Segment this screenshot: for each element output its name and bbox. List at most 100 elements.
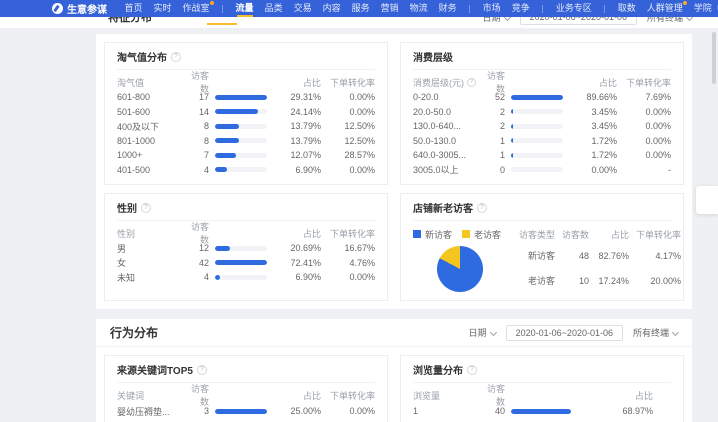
table-header: 浏览量 访客数 占比 (413, 387, 671, 403)
cell-visitors: 8 (183, 121, 209, 131)
table-header: 关键词 访客数 占比 下单转化率 (117, 387, 375, 403)
cell-conv: 0.00% (321, 165, 375, 175)
help-icon[interactable]: ? (467, 78, 476, 87)
cell-conv: 0.00% (321, 272, 375, 282)
table-body: 男1220.69%16.67%女4272.41%4.76%未知46.90%0.0… (117, 241, 375, 285)
table-row: 400及以下813.79%12.50% (117, 119, 375, 134)
cell-conv: 20.00% (629, 276, 681, 286)
cell-pct: 3.45% (573, 121, 617, 131)
cell-pct: 25.00% (277, 406, 321, 416)
nav-item-data-extract[interactable]: 取数 (618, 0, 636, 17)
nav-item-academy[interactable]: 学院 (694, 0, 712, 17)
nav-item-market[interactable]: 市场 (483, 0, 501, 17)
nav-item-audience-mgmt[interactable]: 人群管理 (647, 0, 683, 17)
cell-visitors: 48 (555, 251, 589, 261)
value-bar (215, 138, 267, 143)
table-row: 男1220.69%16.67% (117, 241, 375, 256)
table-row: 1000+712.07%28.57% (117, 148, 375, 163)
table-header: 性别 访客数 占比 下单转化率 (117, 225, 375, 241)
cell-conv: 0.00% (617, 136, 671, 146)
nav-item-business-zone[interactable]: 业务专区 (556, 0, 592, 17)
cell-label: 1000+ (117, 150, 183, 160)
terminal-dropdown[interactable]: 所有终端 (633, 326, 678, 339)
nav-item-competition[interactable]: 竞争 (512, 0, 530, 17)
cell-conv: 28.57% (321, 150, 375, 160)
card-title: 淘气值分布 (117, 49, 167, 64)
value-bar (215, 246, 267, 251)
nav-divider (222, 5, 223, 13)
value-bar (511, 409, 571, 414)
cell-pct: 1.72% (573, 150, 617, 160)
nav-item-marketing[interactable]: 营销 (381, 0, 399, 17)
floating-widget[interactable] (696, 186, 718, 214)
active-tab-underline (207, 23, 237, 25)
card-source-keywords: 来源关键词TOP5 ? 关键词 访客数 占比 下单转化率 婴幼压褥垫...325… (104, 355, 388, 422)
nav-item-trade[interactable]: 交易 (294, 0, 312, 17)
chevron-down-icon (686, 17, 693, 21)
nav-item-war-room[interactable]: 作战室 (183, 0, 210, 17)
cell-pct: 89.66% (573, 92, 617, 102)
cell-conv: 0.00% (617, 121, 671, 131)
date-type-dropdown[interactable]: 日期 (483, 17, 510, 24)
nav-item-logistics[interactable]: 物流 (410, 0, 428, 17)
table-header: 淘气值 访客数 占比 下单转化率 (117, 74, 375, 90)
cell-pct: 1.72% (573, 136, 617, 146)
cell-visitors: 2 (479, 121, 505, 131)
nav-item-realtime[interactable]: 实时 (154, 0, 172, 17)
help-icon[interactable]: ? (141, 203, 151, 213)
nav-item-finance[interactable]: 财务 (439, 0, 457, 17)
cell-conv: - (617, 165, 671, 175)
nav-divider (604, 5, 605, 13)
cell-visitors: 10 (555, 276, 589, 286)
cell-conv: 7.69% (617, 92, 671, 102)
nav-item-category[interactable]: 品类 (265, 0, 283, 17)
cell-pct: 17.24% (589, 276, 629, 286)
date-range-picker[interactable]: 2020-01-06~2020-01-06 (520, 17, 637, 25)
help-icon[interactable]: ? (477, 203, 487, 213)
value-bar (215, 95, 267, 100)
cell-visitors: 17 (183, 92, 209, 102)
cell-label: 640.0-3005... (413, 150, 479, 160)
table-row: 401-50046.90%0.00% (117, 163, 375, 178)
chevron-down-icon (504, 17, 511, 21)
table-row: 婴幼压褥垫...325.00%0.00% (117, 403, 375, 420)
nav-item-content[interactable]: 内容 (323, 0, 341, 17)
cell-label: 801-1000 (117, 136, 183, 146)
help-icon[interactable]: ? (171, 52, 181, 62)
cell-label: 新访客 (509, 249, 555, 262)
clipped-section-header: 特征分布 日期 2020-01-06~2020-01-06 所有终端 (0, 17, 718, 28)
card-title: 来源关键词TOP5 (117, 362, 193, 377)
value-bar (511, 124, 563, 129)
cell-pct: 6.90% (277, 165, 321, 175)
table-row: 501-6001424.14%0.00% (117, 105, 375, 120)
table-row: 601-8001729.31%0.00% (117, 90, 375, 105)
table-row: 3005.0以上00.00%- (413, 163, 671, 178)
cell-label: 50.0-130.0 (413, 136, 479, 146)
nav-item-traffic[interactable]: 流量 (236, 0, 254, 17)
cell-visitors: 4 (183, 272, 209, 282)
cell-pct: 29.31% (277, 92, 321, 102)
cell-conv: 4.17% (629, 251, 681, 261)
table-row: 640.0-3005...11.72%0.00% (413, 148, 671, 163)
value-bar (215, 275, 267, 280)
help-icon[interactable]: ? (467, 365, 477, 375)
cell-visitors: 52 (479, 92, 505, 102)
help-icon[interactable]: ? (197, 365, 207, 375)
brand[interactable]: 生意参谋 (52, 1, 107, 16)
value-bar (215, 409, 267, 414)
cell-label: 501-600 (117, 107, 183, 117)
chevron-down-icon (490, 329, 497, 336)
cell-conv: 0.00% (617, 107, 671, 117)
brand-name: 生意参谋 (67, 1, 107, 16)
date-type-dropdown[interactable]: 日期 (469, 326, 496, 339)
date-range-picker[interactable]: 2020-01-06~2020-01-06 (506, 325, 623, 341)
nav-item-service[interactable]: 服务 (352, 0, 370, 17)
chevron-down-icon (672, 329, 679, 336)
nav-item-home[interactable]: 首页 (125, 0, 143, 17)
table-header: 新访客 老访客 访客类型 访客数 占比 下单转化率 (413, 225, 671, 243)
value-bar (215, 153, 267, 158)
cell-visitors: 12 (183, 243, 209, 253)
scrollbar-thumb[interactable] (712, 32, 716, 84)
section1-title: 特征分布 (108, 17, 152, 25)
terminal-dropdown[interactable]: 所有终端 (647, 17, 692, 24)
